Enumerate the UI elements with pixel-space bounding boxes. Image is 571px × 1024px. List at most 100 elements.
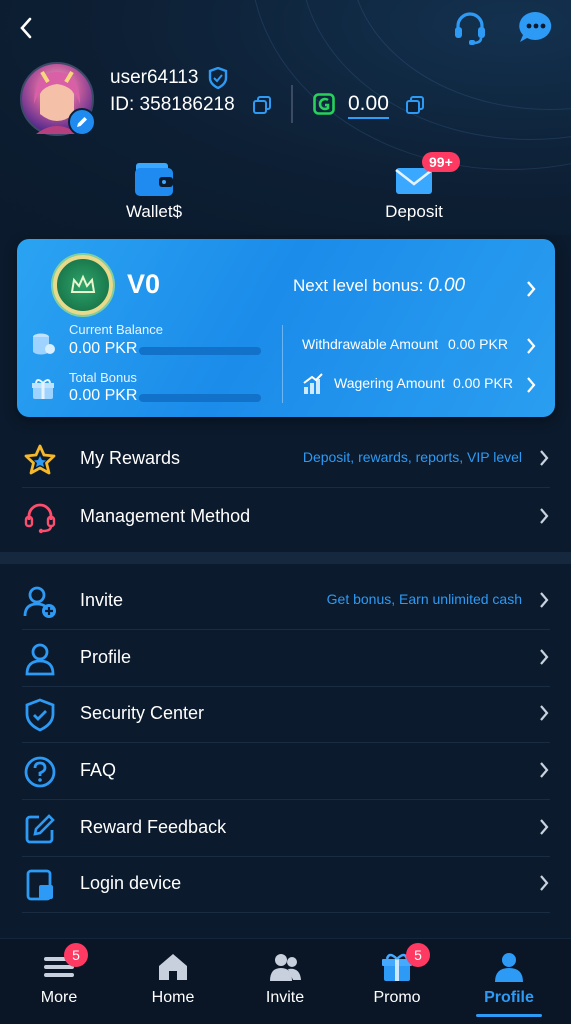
user-icon (22, 641, 58, 677)
tab-label: More (40, 989, 78, 1006)
tab-badge: 5 (406, 943, 430, 967)
messages-button[interactable] (516, 8, 556, 48)
users-icon (270, 954, 301, 981)
next-level-bonus-value: 0.00 (428, 275, 466, 296)
deposit-button[interactable]: 99+ Deposit (372, 152, 460, 222)
menu-label: Login device (80, 873, 182, 893)
chart-growth-icon (302, 373, 324, 400)
tab-label: Invite (265, 989, 305, 1006)
wagering-label: Wagering Amount (334, 375, 445, 391)
withdrawable-label: Withdrawable Amount (302, 336, 439, 352)
copy-balance-icon[interactable] (406, 96, 424, 119)
home-icon (159, 954, 187, 980)
username: user64113 (110, 67, 199, 88)
wallet-label: Wallet$ (125, 202, 183, 221)
tab-promo[interactable]: 5 Promo (352, 943, 442, 1007)
copy-id-icon[interactable] (253, 96, 271, 119)
add-user-icon (22, 584, 58, 620)
menu-label: Reward Feedback (80, 817, 227, 837)
menu-label: My Rewards (80, 448, 181, 468)
star-icon (22, 442, 58, 478)
total-bonus-value: 0.00 PKR (69, 387, 138, 404)
user-info: user64113 ID: 358186218 0.00 (0, 60, 571, 140)
next-level-bonus-label: Next level bonus: (293, 276, 429, 295)
user-icon (495, 953, 523, 982)
bottom-tab-bar: 5 More Home Invite 5 Promo Profile (0, 938, 571, 1024)
chevron-right-icon[interactable] (525, 279, 537, 304)
tab-label: Promo (373, 989, 421, 1006)
question-icon (22, 754, 58, 790)
menu-item-management-method[interactable]: Management Method (22, 488, 550, 546)
tab-profile[interactable]: Profile (464, 949, 554, 1007)
chevron-right-icon[interactable] (525, 336, 537, 361)
chevron-left-icon (20, 17, 32, 39)
withdrawable-amount[interactable]: Withdrawable Amount 0.00 PKR (302, 336, 508, 352)
vip-card[interactable]: V0 Next level bonus: 0.00 Current Balanc… (17, 239, 555, 417)
active-tab-indicator (476, 1014, 542, 1017)
menu-item-faq[interactable]: FAQ (22, 742, 550, 800)
wallet-button[interactable]: Wallet$ (112, 160, 196, 222)
headset-icon (455, 12, 485, 45)
tab-home[interactable]: Home (128, 949, 218, 1007)
card-divider (282, 325, 283, 403)
chevron-right-icon (538, 506, 550, 531)
wallet-balance-icon (313, 93, 335, 120)
wagering-value: 0.00 PKR (453, 375, 513, 391)
chevron-right-icon[interactable] (525, 375, 537, 400)
divider (291, 85, 293, 123)
tab-label: Home (151, 989, 195, 1006)
menu-label: Invite (80, 590, 124, 610)
menu-item-invite[interactable]: Invite Get bonus, Earn unlimited cash (22, 572, 550, 630)
deposit-badge: 99+ (422, 152, 460, 172)
chevron-right-icon (538, 647, 550, 672)
headset-icon (22, 500, 58, 536)
menu-item-security-center[interactable]: Security Center (22, 685, 550, 743)
menu-hint: Deposit, rewards, reports, VIP level (302, 449, 522, 465)
back-button[interactable] (10, 12, 42, 44)
tab-more[interactable]: 5 More (14, 943, 104, 1007)
chevron-right-icon (538, 448, 550, 473)
chevron-right-icon (538, 590, 550, 615)
total-bonus-label: Total Bonus (69, 370, 137, 385)
pencil-icon (77, 117, 87, 127)
vip-level: V0 (127, 269, 161, 299)
chevron-right-icon (538, 760, 550, 785)
shield-icon (22, 697, 58, 733)
next-level-bonus[interactable]: Next level bonus: 0.00 (293, 275, 465, 297)
menu-label: Management Method (80, 506, 251, 526)
menu-item-profile[interactable]: Profile (22, 629, 550, 687)
menu-label: Security Center (80, 703, 205, 723)
vip-badge (53, 255, 113, 315)
edit-avatar-button[interactable] (68, 108, 96, 136)
menu-label: FAQ (80, 760, 117, 780)
gift-icon (31, 377, 55, 406)
chevron-right-icon (538, 817, 550, 842)
edit-icon (22, 811, 58, 847)
section-divider (0, 552, 571, 564)
balance-value: 0.00 (348, 92, 389, 119)
user-id: ID: 358186218 (110, 94, 235, 115)
current-balance-value: 0.00 PKR (69, 340, 138, 357)
tab-invite[interactable]: Invite (240, 949, 330, 1007)
withdrawable-value: 0.00 PKR (448, 336, 508, 352)
deposit-label: Deposit (385, 202, 443, 221)
chat-bubble-icon (519, 11, 552, 42)
crown-icon (70, 274, 96, 293)
wallet-icon (135, 163, 173, 196)
wagering-amount[interactable]: Wagering Amount 0.00 PKR (334, 375, 513, 391)
shield-verified-icon (208, 66, 228, 94)
total-bonus-bar (139, 394, 261, 402)
menu-item-reward-feedback[interactable]: Reward Feedback (22, 799, 550, 857)
customer-support-button[interactable] (450, 8, 490, 48)
menu-item-login-device[interactable]: Login device (22, 855, 550, 913)
chevron-right-icon (538, 873, 550, 898)
menu-item-my-rewards[interactable]: My Rewards Deposit, rewards, reports, VI… (22, 430, 550, 488)
menu-hint: Get bonus, Earn unlimited cash (326, 591, 522, 607)
coins-icon (31, 331, 55, 362)
menu-label: Profile (80, 647, 132, 667)
tab-label: Profile (484, 989, 534, 1006)
tab-badge: 5 (64, 943, 88, 967)
top-bar (0, 0, 571, 56)
current-balance-label: Current Balance (69, 322, 163, 337)
current-balance-bar (139, 347, 261, 355)
